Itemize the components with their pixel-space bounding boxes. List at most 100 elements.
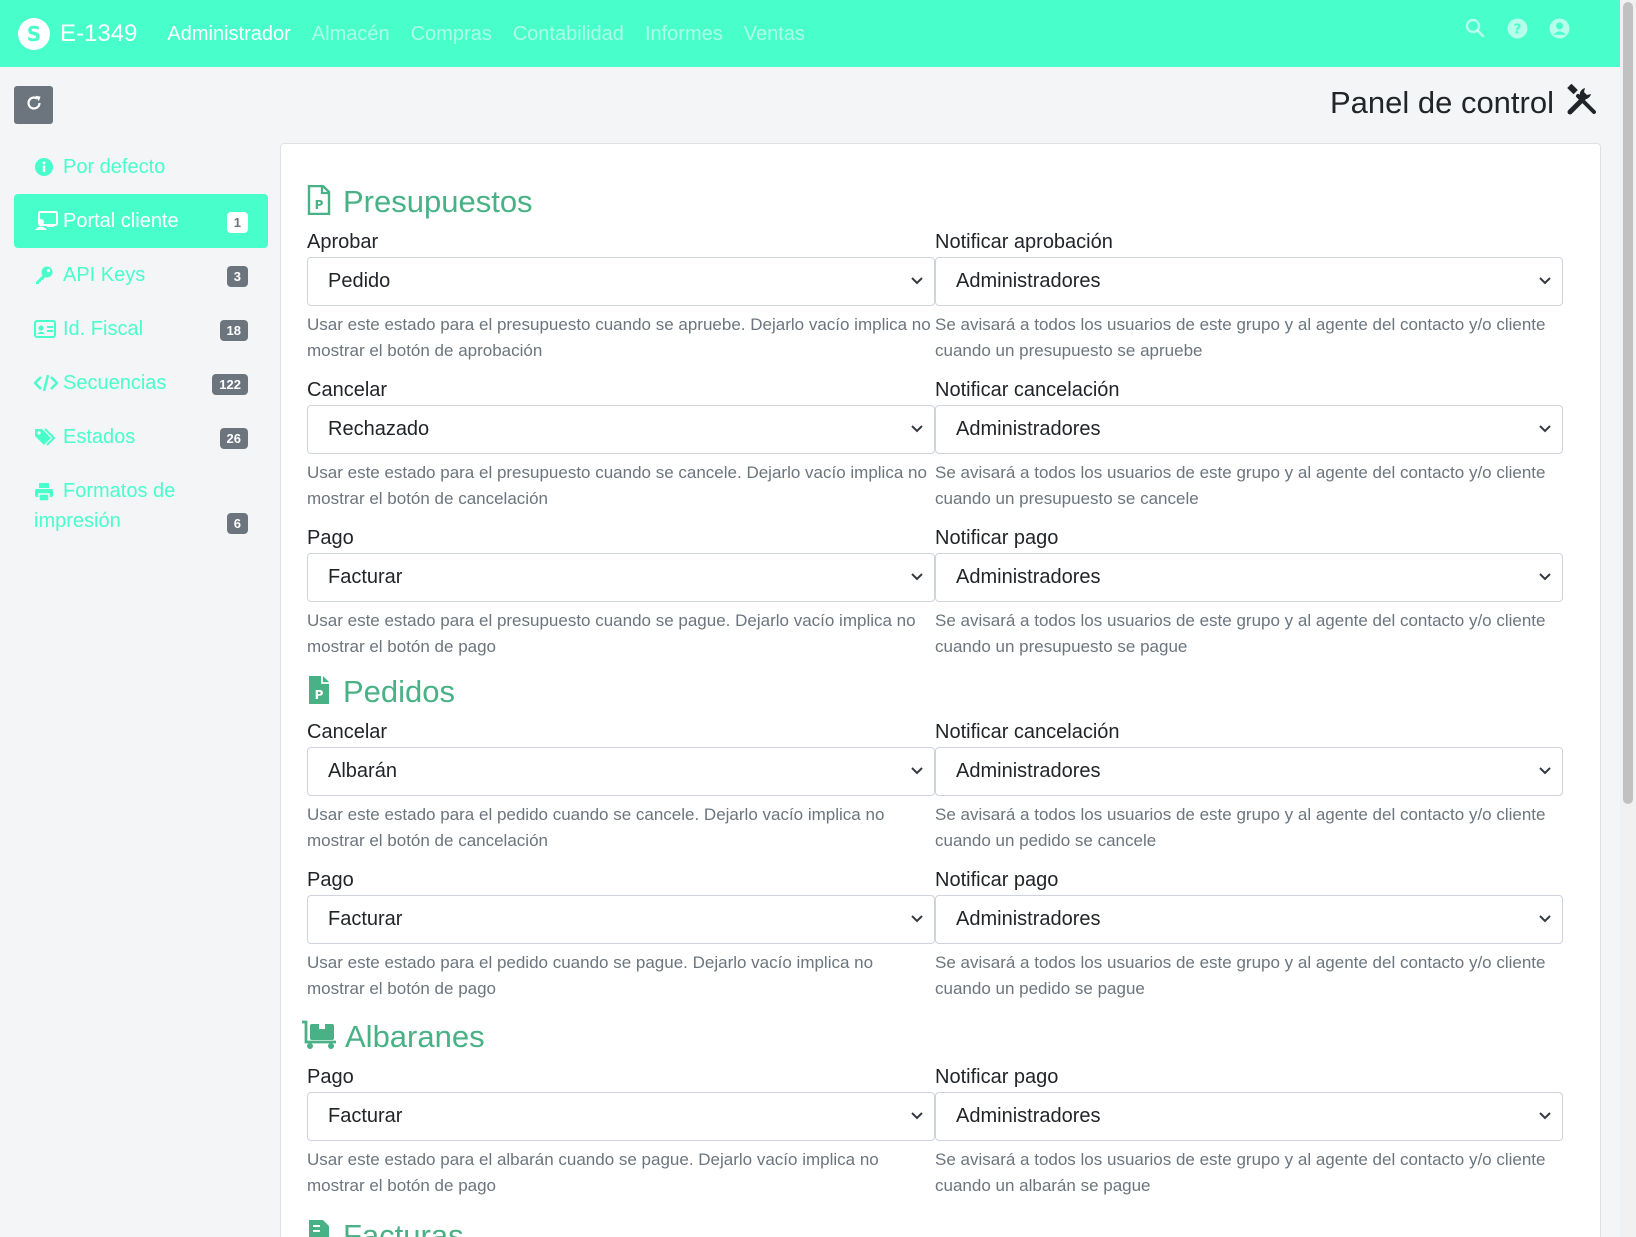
- chevron-down-icon: [1539, 915, 1551, 923]
- notificar-cancelacion-select[interactable]: Administradores: [935, 747, 1563, 796]
- user-icon[interactable]: [1548, 17, 1570, 39]
- sidebar-item-label: Portal cliente: [63, 210, 179, 232]
- brand-logo-icon: S: [18, 17, 50, 50]
- brand[interactable]: S E-1349: [18, 17, 138, 50]
- id-card-icon: [34, 314, 58, 344]
- nav-link-administrador[interactable]: Administrador: [167, 21, 290, 46]
- chevron-down-icon: [911, 277, 923, 285]
- count-badge: 3: [226, 266, 248, 287]
- count-badge: 6: [226, 513, 248, 534]
- field-label: Notificar cancelación: [935, 379, 1120, 401]
- nav-link-almacen[interactable]: Almacén: [312, 21, 390, 46]
- sidebar-item-label: Id. Fiscal: [63, 318, 144, 340]
- help-text: Se avisará a todos los usuarios de este …: [935, 805, 1546, 850]
- help-text: Se avisará a todos los usuarios de este …: [935, 315, 1546, 360]
- count-badge: 1: [226, 212, 248, 233]
- notificar-pago-select[interactable]: Administradores: [935, 553, 1563, 602]
- chevron-down-icon: [911, 425, 923, 433]
- sidebar-item-id-fiscal[interactable]: Id. Fiscal 18: [14, 302, 268, 356]
- pago-select[interactable]: Facturar: [307, 895, 935, 944]
- chevron-down-icon: [1539, 1112, 1551, 1120]
- aprobar-select[interactable]: Pedido: [307, 257, 935, 306]
- help-icon[interactable]: ?: [1506, 17, 1528, 39]
- reload-button[interactable]: [14, 86, 53, 124]
- pago-select[interactable]: Facturar: [307, 553, 935, 602]
- nav-link-compras[interactable]: Compras: [411, 21, 492, 46]
- tools-icon: [1566, 83, 1598, 121]
- code-icon: [34, 368, 58, 398]
- sidebar-item-formatos-impresion[interactable]: Formatos de impresión 6: [14, 464, 268, 548]
- section-title: Facturas: [343, 1218, 464, 1237]
- notificar-aprobacion-select[interactable]: Administradores: [935, 257, 1563, 306]
- help-text: Usar este estado para el presupuesto cua…: [307, 463, 927, 508]
- help-text: Se avisará a todos los usuarios de este …: [935, 611, 1546, 656]
- section-albaranes: Albaranes Pago Facturar Usar este estado…: [302, 1015, 1563, 1207]
- file-invoice-icon: P: [307, 675, 331, 710]
- info-icon: [34, 152, 58, 182]
- nav-link-ventas[interactable]: Ventas: [744, 21, 805, 46]
- chevron-down-icon: [1539, 767, 1551, 775]
- chevron-down-icon: [1539, 425, 1551, 433]
- dolly-icon: [301, 1020, 337, 1055]
- field-label: Pago: [307, 869, 354, 891]
- nav-link-contabilidad[interactable]: Contabilidad: [513, 21, 624, 46]
- help-text: Usar este estado para el pedido cuando s…: [307, 805, 885, 850]
- top-navbar: S E-1349 Administrador Almacén Compras C…: [0, 0, 1620, 67]
- sidebar-item-api-keys[interactable]: API Keys 3: [14, 248, 268, 302]
- page-scrollbar[interactable]: [1620, 0, 1636, 1237]
- cancelar-select[interactable]: Albarán: [307, 747, 935, 796]
- sidebar-item-secuencias[interactable]: Secuencias 122: [14, 356, 268, 410]
- help-text: Usar este estado para el pedido cuando s…: [307, 953, 874, 998]
- section-title: Pedidos: [343, 674, 456, 709]
- chevron-down-icon: [911, 915, 923, 923]
- svg-text:P: P: [315, 688, 324, 702]
- reload-icon: [25, 94, 43, 117]
- sidebar-item-portal-cliente[interactable]: Portal cliente 1: [14, 194, 268, 248]
- chevron-down-icon: [1539, 277, 1551, 285]
- file-invoice-icon: [307, 1219, 331, 1237]
- notificar-pago-select[interactable]: Administradores: [935, 1092, 1563, 1141]
- sidebar-item-label: API Keys: [63, 264, 146, 286]
- chevron-down-icon: [911, 767, 923, 775]
- field-label: Pago: [307, 527, 354, 549]
- key-icon: [34, 260, 58, 290]
- field-label: Notificar pago: [935, 527, 1059, 549]
- svg-text:P: P: [315, 198, 324, 212]
- search-icon[interactable]: [1464, 17, 1486, 39]
- count-badge: 122: [212, 374, 248, 395]
- field-label: Cancelar: [307, 721, 388, 743]
- sidebar: Por defecto Portal cliente 1 API Keys 3 …: [14, 140, 268, 548]
- section-title: Albaranes: [345, 1019, 485, 1054]
- notificar-pago-select[interactable]: Administradores: [935, 895, 1563, 944]
- nav-link-informes[interactable]: Informes: [645, 21, 723, 46]
- field-label: Aprobar: [307, 231, 379, 253]
- field-label: Notificar pago: [935, 1066, 1059, 1088]
- help-text: Se avisará a todos los usuarios de este …: [935, 1150, 1546, 1195]
- sidebar-item-label: Estados: [63, 426, 136, 448]
- section-facturas: Facturas: [307, 1214, 1563, 1237]
- scroll-thumb[interactable]: [1623, 2, 1633, 804]
- page-title: Panel de control: [1329, 83, 1598, 121]
- notificar-cancelacion-select[interactable]: Administradores: [935, 405, 1563, 454]
- brand-name: E-1349: [60, 19, 138, 47]
- sidebar-item-por-defecto[interactable]: Por defecto: [14, 140, 268, 194]
- chevron-down-icon: [911, 1112, 923, 1120]
- pago-select[interactable]: Facturar: [307, 1092, 935, 1141]
- field-label: Notificar aprobación: [935, 231, 1113, 253]
- help-text: Se avisará a todos los usuarios de este …: [935, 953, 1546, 998]
- field-label: Notificar pago: [935, 869, 1059, 891]
- chevron-down-icon: [911, 573, 923, 581]
- cancelar-select[interactable]: Rechazado: [307, 405, 935, 454]
- section-pedidos: P Pedidos Cancelar Albarán Usar este est…: [307, 670, 1563, 1010]
- field-label: Notificar cancelación: [935, 721, 1120, 743]
- svg-text:?: ?: [1513, 21, 1521, 37]
- sidebar-item-estados[interactable]: Estados 26: [14, 410, 268, 464]
- page-title-text: Panel de control: [1329, 84, 1554, 120]
- help-text: Se avisará a todos los usuarios de este …: [935, 463, 1546, 508]
- count-badge: 26: [219, 428, 248, 449]
- field-label: Pago: [307, 1066, 354, 1088]
- help-text: Usar este estado para el presupuesto cua…: [307, 315, 931, 360]
- count-badge: 18: [219, 320, 248, 341]
- nav-menu: Administrador Almacén Compras Contabilid…: [167, 21, 826, 46]
- help-text: Usar este estado para el presupuesto cua…: [307, 611, 916, 656]
